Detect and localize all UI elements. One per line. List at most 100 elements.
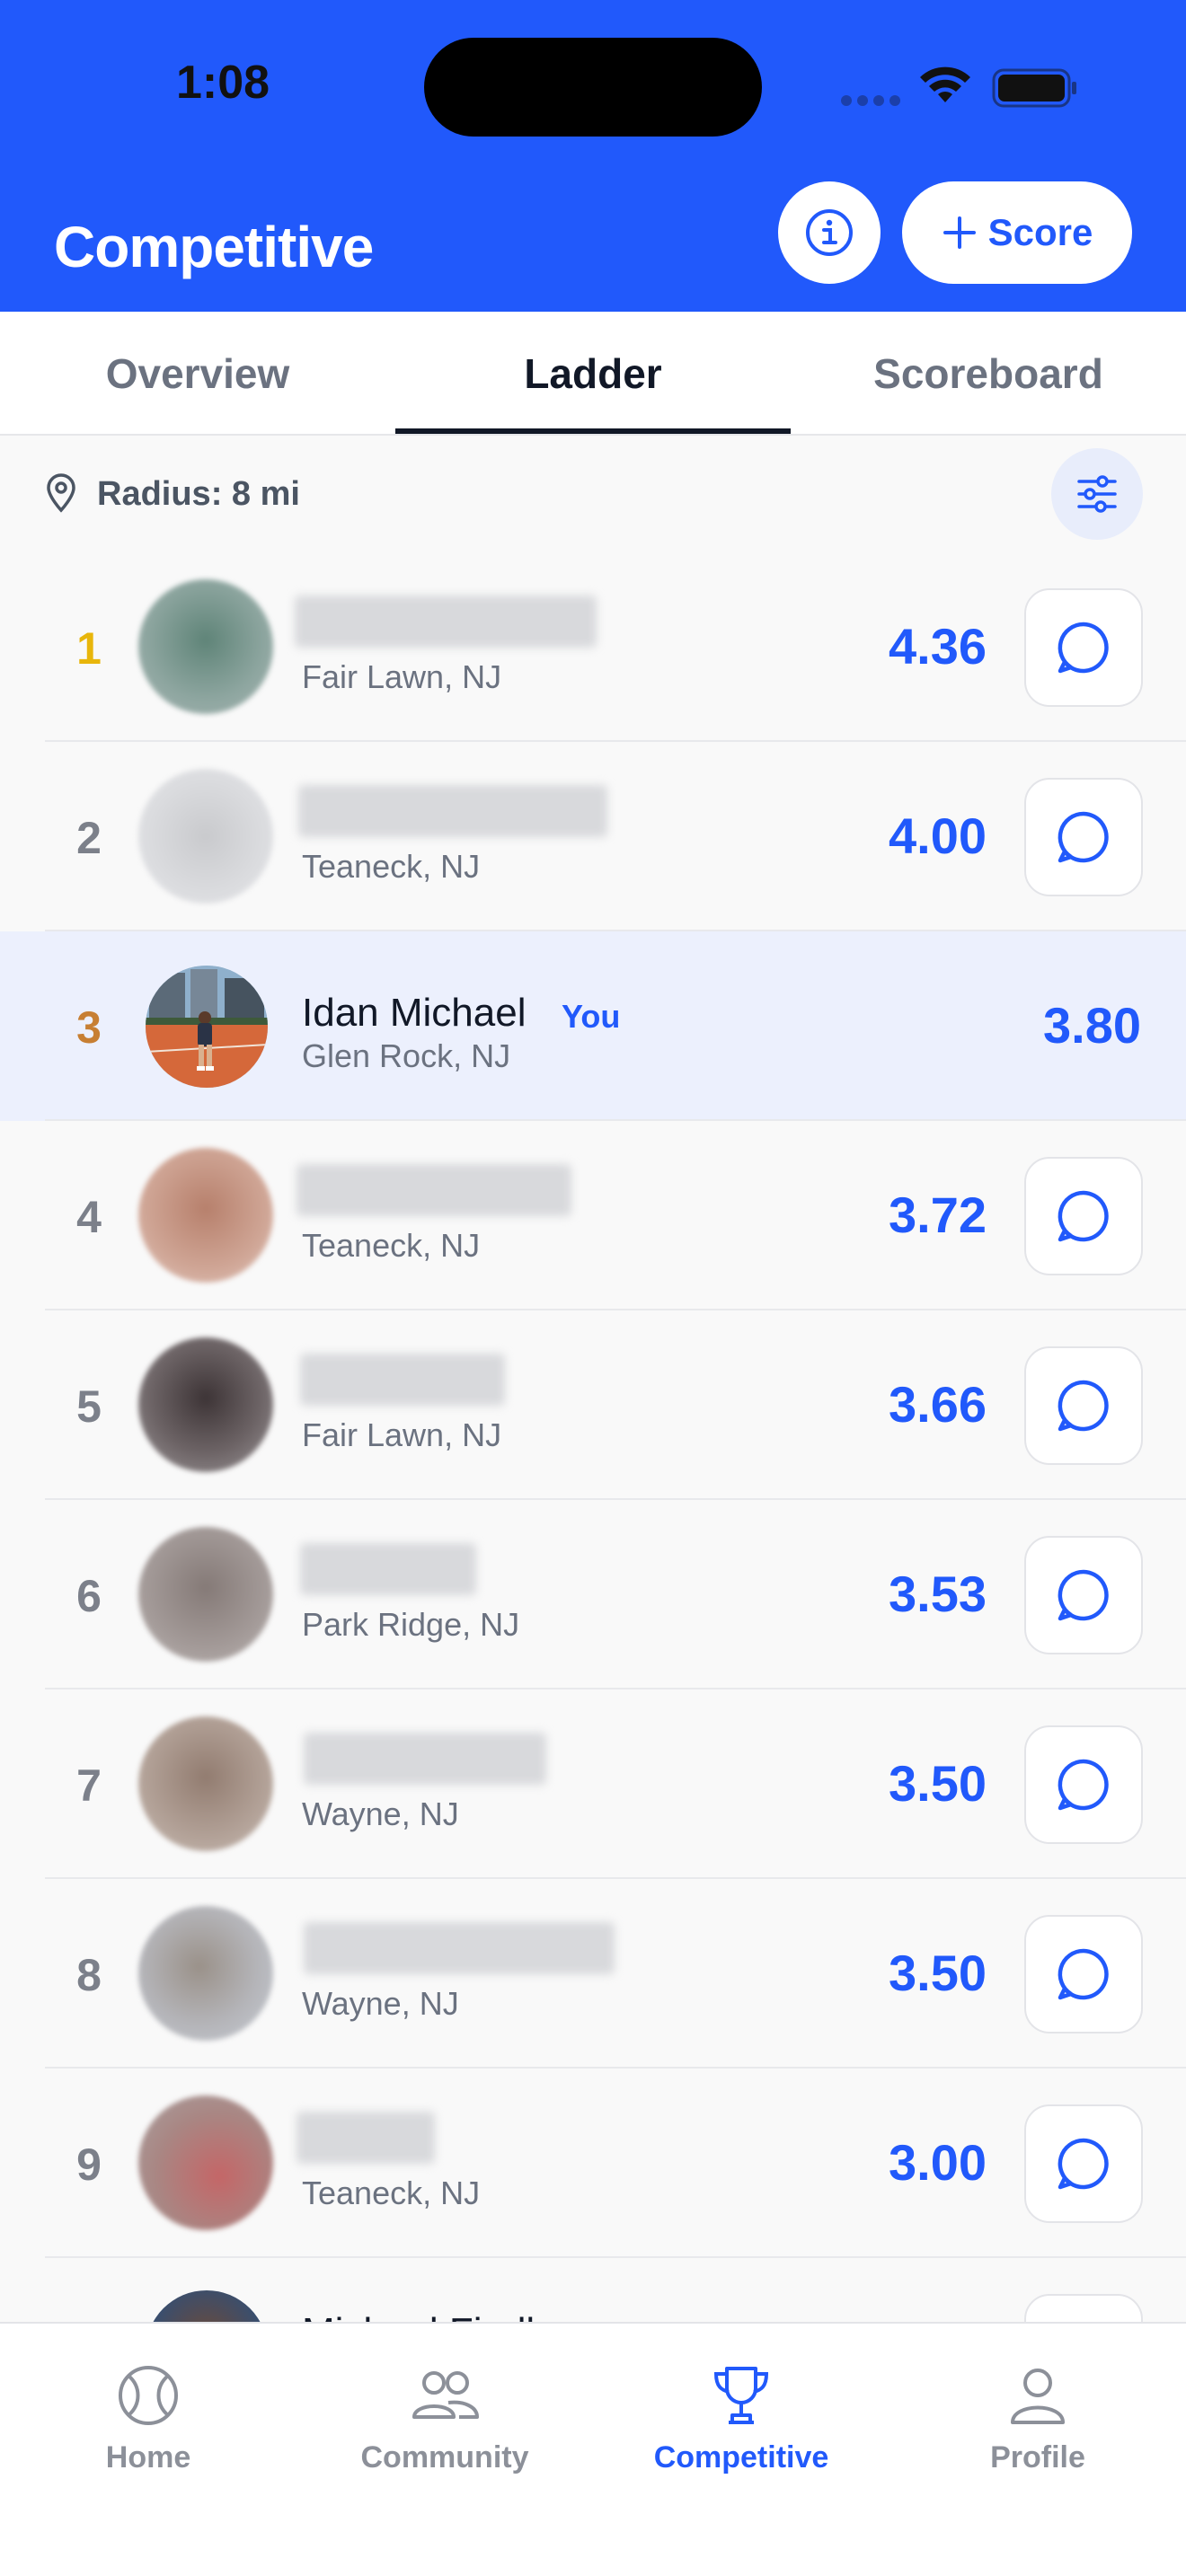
- nav-competitive[interactable]: Competitive: [593, 2363, 890, 2475]
- player-location: Teaneck, NJ: [302, 848, 481, 885]
- player-rating: 3.50: [889, 1945, 987, 2001]
- nav-label: Home: [105, 2440, 191, 2475]
- message-button[interactable]: [1024, 1915, 1143, 2033]
- message-button[interactable]: [1024, 1157, 1143, 1275]
- status-time: 1:08: [176, 57, 270, 109]
- player-rating: 3.00: [889, 2134, 987, 2191]
- player-location: Park Ridge, NJ: [302, 1606, 520, 1643]
- info-button[interactable]: [778, 181, 881, 284]
- nav-label: Profile: [990, 2440, 1085, 2475]
- tab-scoreboard[interactable]: Scoreboard: [791, 312, 1186, 436]
- player-location: Fair Lawn, NJ: [302, 658, 502, 695]
- tab-ladder[interactable]: Ladder: [395, 312, 791, 436]
- radius-label: Radius: 8 mi: [97, 475, 300, 513]
- ladder-row[interactable]: 5 Fair Lawn, NJ 3.66: [0, 1310, 1186, 1500]
- sliders-icon: [1077, 475, 1117, 513]
- chat-bubble-icon: [1058, 811, 1109, 863]
- chat-bubble-icon: [1058, 1190, 1109, 1242]
- trophy-icon: [713, 2367, 769, 2424]
- player-location: Glen Rock, NJ: [302, 1037, 511, 1074]
- battery-icon: [992, 68, 1076, 108]
- rank-number: 6: [76, 1571, 102, 1621]
- player-location: Teaneck, NJ: [302, 2175, 481, 2211]
- chat-bubble-icon: [1058, 1948, 1109, 2000]
- player-name-redacted: [296, 1164, 571, 1216]
- player-location: Fair Lawn, NJ: [302, 1416, 502, 1453]
- rank-number: 2: [76, 813, 102, 863]
- player-name: Idan Michael: [302, 991, 527, 1035]
- nav-label: Community: [360, 2440, 529, 2475]
- player-rating: 3.53: [889, 1566, 987, 1622]
- ladder-row[interactable]: 4 Teaneck, NJ 3.72: [0, 1121, 1186, 1310]
- avatar: [146, 966, 268, 1088]
- bottom-tab-bar: Home Community Competitive Profile: [0, 2322, 1186, 2576]
- avatar: [138, 1337, 273, 1472]
- player-rating: 4.00: [889, 807, 987, 864]
- player-rating: 4.36: [889, 618, 987, 675]
- people-icon: [412, 2371, 479, 2419]
- player-rating: 3.66: [889, 1376, 987, 1433]
- you-badge: You: [562, 998, 621, 1035]
- ladder-list[interactable]: 1 Fair Lawn, NJ 4.36 2 Teaneck, NJ 4.00 …: [0, 552, 1186, 2322]
- message-button[interactable]: [1024, 2294, 1143, 2322]
- ladder-row[interactable]: 2 Teaneck, NJ 4.00: [0, 742, 1186, 931]
- avatar: [138, 1148, 273, 1283]
- player-name-redacted: [296, 2112, 435, 2164]
- active-tab-indicator: [395, 428, 791, 434]
- cellular-signal-icon: [841, 95, 900, 106]
- nav-profile[interactable]: Profile: [890, 2363, 1186, 2475]
- player-location: Wayne, NJ: [302, 1795, 459, 1832]
- avatar: [138, 1906, 273, 2041]
- info-icon: [806, 209, 853, 256]
- app-header: 1:08 Competitive Score: [0, 0, 1186, 312]
- chat-bubble-icon: [1058, 1569, 1109, 1621]
- player-name-redacted: [300, 1354, 505, 1406]
- player-name-redacted: [298, 785, 607, 837]
- rank-number: 8: [76, 1950, 102, 2000]
- message-button[interactable]: [1024, 1725, 1143, 1844]
- player-rating: 3.80: [1043, 997, 1141, 1054]
- avatar: [138, 769, 273, 904]
- ladder-row[interactable]: 7 Wayne, NJ 3.50: [0, 1689, 1186, 1879]
- avatar: [146, 2290, 268, 2322]
- ladder-row[interactable]: 8 Wayne, NJ 3.50: [0, 1879, 1186, 2069]
- location-pin-icon: [47, 473, 75, 513]
- filter-settings-button[interactable]: [1051, 448, 1143, 540]
- ladder-row[interactable]: 6 Park Ridge, NJ 3.53: [0, 1500, 1186, 1689]
- ladder-row[interactable]: 1 Fair Lawn, NJ 4.36: [0, 552, 1186, 742]
- player-location: Wayne, NJ: [302, 1985, 459, 2022]
- tab-overview[interactable]: Overview: [0, 312, 395, 436]
- message-button[interactable]: [1024, 588, 1143, 707]
- chat-bubble-icon: [1058, 2138, 1109, 2190]
- nav-label: Competitive: [653, 2440, 829, 2475]
- rank-number: 1: [76, 623, 102, 674]
- message-button[interactable]: [1024, 2104, 1143, 2223]
- nav-community[interactable]: Community: [296, 2363, 593, 2475]
- nav-home[interactable]: Home: [0, 2363, 296, 2475]
- message-button[interactable]: [1024, 778, 1143, 896]
- radius-filter-row: Radius: 8 mi: [0, 437, 1186, 552]
- rank-number: 3: [76, 1002, 102, 1053]
- add-score-button[interactable]: Score: [902, 181, 1132, 284]
- ladder-row[interactable]: 9 Teaneck, NJ 3.00: [0, 2069, 1186, 2258]
- player-name-redacted: [295, 595, 597, 648]
- avatar: [138, 579, 273, 714]
- chat-bubble-icon: [1058, 622, 1109, 674]
- rank-number: 7: [76, 1760, 102, 1811]
- page-title: Competitive: [54, 215, 374, 279]
- rank-number: 9: [76, 2139, 102, 2190]
- tab-bar: Overview Ladder Scoreboard: [0, 312, 1186, 436]
- ladder-row-current-user[interactable]: 3 Idan Michael You Glen Rock, NJ 3.80: [0, 931, 1186, 1121]
- ladder-row[interactable]: Michael Fiedl: [0, 2258, 1186, 2322]
- plus-icon: [943, 216, 976, 249]
- message-button[interactable]: [1024, 1346, 1143, 1465]
- message-button[interactable]: [1024, 1536, 1143, 1654]
- player-location: Teaneck, NJ: [302, 1227, 481, 1264]
- player-name-redacted: [304, 1733, 546, 1785]
- player-name-redacted: [304, 1922, 615, 1974]
- dynamic-island: [424, 38, 762, 137]
- tennis-ball-icon: [119, 2366, 178, 2425]
- rank-number: 4: [76, 1192, 102, 1242]
- chat-bubble-icon: [1058, 1759, 1109, 1811]
- chat-bubble-icon: [1058, 1380, 1109, 1432]
